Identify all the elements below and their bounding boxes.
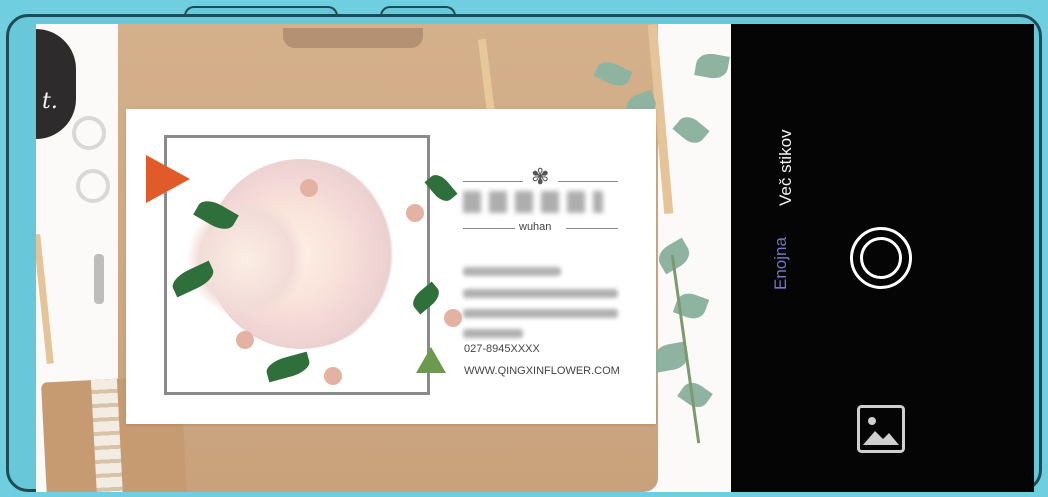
viewfinder: t. ✾ wuhan 027-8945XXXX WWW.QINGXINFLOWE… (36, 24, 731, 492)
business-card: ✾ wuhan 027-8945XXXX WWW.QINGXINFLOWER.C… (126, 109, 656, 424)
blurred-text (463, 267, 561, 276)
green-triangle (416, 347, 446, 373)
eucalyptus-leaf (672, 111, 710, 149)
pencil (36, 233, 54, 365)
card-phone: 027-8945XXXX (464, 343, 540, 355)
flower-bud (300, 179, 318, 197)
camera-screen: t. ✾ wuhan 027-8945XXXX WWW.QINGXINFLOWE… (36, 24, 1034, 492)
flower-bud (444, 309, 462, 327)
flower-logo-icon: ✾ (531, 164, 550, 189)
card-website: WWW.QINGXINFLOWER.COM (464, 365, 620, 377)
chalk-tag: t. (36, 29, 76, 139)
eucalyptus-leaf (694, 51, 730, 81)
divider (463, 181, 523, 182)
blurred-text (463, 329, 523, 338)
ring (76, 169, 110, 203)
divider (463, 228, 515, 229)
divider (566, 228, 618, 229)
gift-ribbon (90, 378, 124, 492)
gallery-icon[interactable] (857, 405, 905, 453)
clipboard-slot (283, 28, 423, 48)
gallery-thumbnail-icon (857, 405, 905, 453)
mode-single[interactable]: Enojna (771, 237, 791, 290)
blurred-brand-name (463, 191, 603, 213)
card-location: wuhan (519, 221, 552, 233)
mode-multi[interactable]: Več stikov (776, 129, 796, 206)
shutter-button[interactable] (850, 227, 912, 289)
camera-control-panel: Več stikov Enojna (731, 24, 1034, 492)
flower-bud (236, 331, 254, 349)
key (94, 254, 104, 304)
flower-bud (406, 204, 424, 222)
red-triangle (146, 155, 190, 203)
flower-bud (324, 367, 342, 385)
ring (72, 116, 106, 150)
divider (558, 181, 618, 182)
blurred-text (463, 289, 618, 298)
blurred-text (463, 309, 618, 318)
